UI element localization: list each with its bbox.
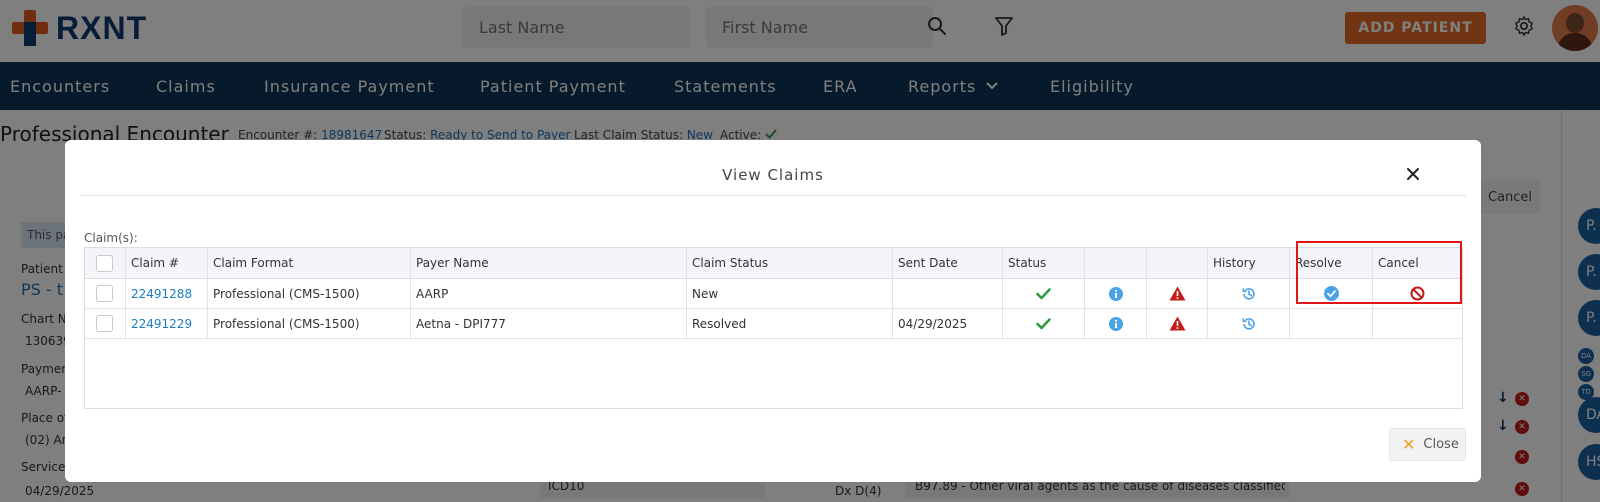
- resolve-cell: [1290, 309, 1373, 338]
- table-header: Claim # Claim Format Payer Name Claim St…: [85, 248, 1462, 279]
- claim-number-link[interactable]: 22491288: [131, 287, 192, 301]
- claim-format-cell: Professional (CMS-1500): [208, 279, 411, 308]
- table-row: 22491288 Professional (CMS-1500) AARP Ne…: [85, 279, 1462, 309]
- col-info: [1085, 248, 1147, 278]
- select-all-checkbox[interactable]: [96, 254, 113, 272]
- cancel-cell: [1373, 309, 1462, 338]
- check-icon: [1036, 287, 1051, 299]
- sent-date-cell: 04/29/2025: [893, 309, 1003, 338]
- close-button-label: Close: [1423, 437, 1459, 452]
- row-select-cell: [85, 309, 126, 338]
- modal-title: View Claims: [722, 166, 824, 184]
- status-cell: [1003, 279, 1085, 308]
- warning-cell: [1147, 309, 1208, 338]
- history-cell: [1208, 279, 1290, 308]
- close-x-icon: ✕: [1402, 435, 1416, 454]
- view-claims-modal: View Claims Claim(s): Claim # Claim Form…: [65, 140, 1481, 482]
- info-icon[interactable]: [1108, 316, 1123, 331]
- row-checkbox[interactable]: [96, 315, 113, 332]
- info-icon[interactable]: [1108, 286, 1123, 301]
- claim-status-cell: New: [687, 279, 893, 308]
- info-cell: [1085, 279, 1147, 308]
- row-checkbox[interactable]: [96, 285, 113, 302]
- close-icon[interactable]: [1406, 166, 1424, 184]
- col-claim-format[interactable]: Claim Format: [208, 248, 411, 278]
- warning-cell: [1147, 279, 1208, 308]
- table-row: 22491229 Professional (CMS-1500) Aetna -…: [85, 309, 1462, 339]
- warning-icon[interactable]: [1169, 316, 1186, 331]
- payer-name-cell: AARP: [411, 279, 687, 308]
- claims-table: Claim # Claim Format Payer Name Claim St…: [84, 247, 1463, 409]
- info-cell: [1085, 309, 1147, 338]
- col-claim-number[interactable]: Claim #: [126, 248, 208, 278]
- status-cell: [1003, 309, 1085, 338]
- col-status[interactable]: Status: [1003, 248, 1085, 278]
- col-payer-name[interactable]: Payer Name: [411, 248, 687, 278]
- row-select-cell: [85, 279, 126, 308]
- warning-icon[interactable]: [1169, 286, 1186, 301]
- payer-name-cell: Aetna - DPI777: [411, 309, 687, 338]
- history-icon[interactable]: [1241, 286, 1257, 302]
- select-all-cell: [85, 248, 126, 278]
- col-history: History: [1208, 248, 1290, 278]
- claims-label: Claim(s):: [84, 231, 138, 245]
- history-icon[interactable]: [1241, 316, 1257, 332]
- sent-date-cell: [893, 279, 1003, 308]
- col-warning: [1147, 248, 1208, 278]
- col-claim-status[interactable]: Claim Status: [687, 248, 893, 278]
- claim-number-cell: 22491229: [126, 309, 208, 338]
- claim-number-cell: 22491288: [126, 279, 208, 308]
- claim-format-cell: Professional (CMS-1500): [208, 309, 411, 338]
- history-cell: [1208, 309, 1290, 338]
- close-button[interactable]: ✕ Close: [1389, 428, 1466, 461]
- check-icon: [1036, 317, 1051, 329]
- claim-number-link[interactable]: 22491229: [131, 317, 192, 331]
- col-sent-date[interactable]: Sent Date: [893, 248, 1003, 278]
- resolve-cancel-highlight: [1296, 241, 1462, 304]
- claim-status-cell: Resolved: [687, 309, 893, 338]
- modal-divider: [80, 195, 1466, 196]
